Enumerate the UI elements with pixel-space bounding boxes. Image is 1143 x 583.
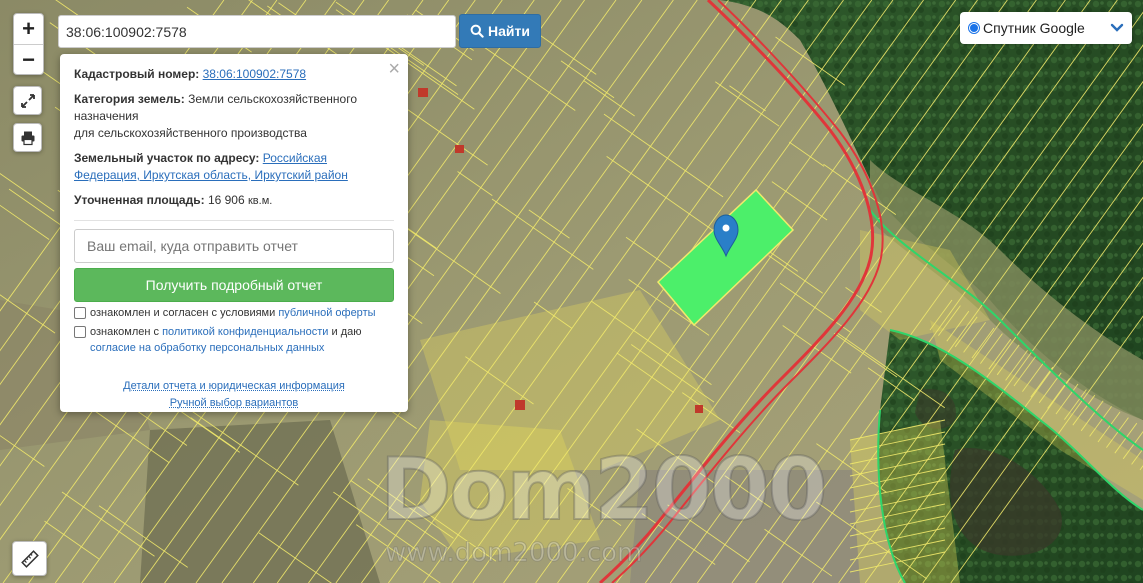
public-offer-link[interactable]: публичной оферты	[278, 307, 375, 319]
radio-selected-icon	[968, 22, 980, 34]
address-row: Земельный участок по адресу: Российская …	[74, 150, 394, 184]
parcel-info-popup: × Кадастровый номер: 38:06:100902:7578 К…	[60, 54, 408, 412]
land-category-value-2: назначения	[74, 109, 139, 123]
close-icon[interactable]: ×	[388, 58, 400, 81]
cadastral-number-row: Кадастровый номер: 38:06:100902:7578	[74, 66, 394, 83]
cadastral-search-input[interactable]	[58, 15, 456, 48]
report-details-link[interactable]: Детали отчета и юридическая информация	[74, 378, 394, 395]
printer-icon	[21, 131, 34, 145]
popup-divider	[74, 220, 394, 221]
layer-selector-label: Спутник Google	[983, 20, 1085, 36]
area-row: Уточненная площадь: 16 906 кв.м.	[74, 192, 394, 210]
privacy-checkbox[interactable]	[74, 326, 86, 338]
personal-data-consent-link[interactable]: согласие на обработку персональных данны…	[90, 342, 324, 354]
house	[418, 88, 428, 97]
cadastral-number-label: Кадастровый номер:	[74, 67, 200, 81]
land-category-value-1: Земли сельскохозяйственного	[188, 92, 358, 106]
measure-button[interactable]	[12, 541, 47, 576]
area-label: Уточненная площадь:	[74, 193, 205, 207]
expand-icon	[20, 93, 35, 108]
get-report-button[interactable]: Получить подробный отчет	[74, 268, 394, 302]
offer-agreement-text: ознакомлен и согласен с условиями	[90, 307, 276, 319]
watermark-url: www.dom2000.com	[384, 538, 643, 569]
fullscreen-button[interactable]	[13, 86, 42, 115]
popup-footer-links: Детали отчета и юридическая информация Р…	[74, 378, 394, 412]
privacy-policy-link[interactable]: политикой конфиденциальности	[162, 326, 328, 338]
search-icon	[470, 24, 484, 38]
manual-selection-link[interactable]: Ручной выбор вариантов	[74, 395, 394, 412]
address-label: Земельный участок по адресу:	[74, 151, 260, 165]
cadastral-number-link[interactable]: 38:06:100902:7578	[203, 67, 306, 81]
house	[515, 400, 525, 410]
zoom-out-button[interactable]: −	[14, 44, 43, 74]
land-category-label: Категория земель:	[74, 92, 185, 106]
land-category-row: Категория земель: Земли сельскохозяйстве…	[74, 91, 394, 142]
house	[695, 405, 703, 413]
zoom-control: + −	[13, 13, 44, 75]
privacy-agreement-text-2: и даю	[331, 326, 362, 338]
area-value: 16 906	[207, 193, 245, 207]
offer-checkbox[interactable]	[74, 307, 86, 319]
ruler-icon	[20, 549, 39, 568]
find-button[interactable]: Найти	[459, 14, 541, 48]
watermark-logo: Dom2000	[379, 439, 828, 541]
email-field[interactable]	[74, 229, 394, 263]
layer-selector[interactable]: Спутник Google	[960, 12, 1132, 44]
print-button[interactable]	[13, 123, 42, 152]
area-unit: кв.м.	[247, 195, 273, 207]
chevron-down-icon	[1110, 23, 1124, 32]
address-link-2[interactable]: Федерация, Иркутская область, Иркутский …	[74, 168, 348, 182]
land-category-value-3: для сельскохозяйственного производства	[74, 126, 307, 140]
house	[455, 145, 464, 153]
address-link-1[interactable]: Российская	[263, 151, 327, 165]
privacy-agreement-text: ознакомлен с	[90, 326, 160, 338]
find-button-label: Найти	[488, 23, 530, 39]
privacy-agreement-row: ознакомлен с политикой конфиденциальност…	[74, 324, 394, 356]
zoom-in-button[interactable]: +	[14, 14, 43, 44]
offer-agreement-row: ознакомлен и согласен с условиями публич…	[74, 305, 394, 321]
